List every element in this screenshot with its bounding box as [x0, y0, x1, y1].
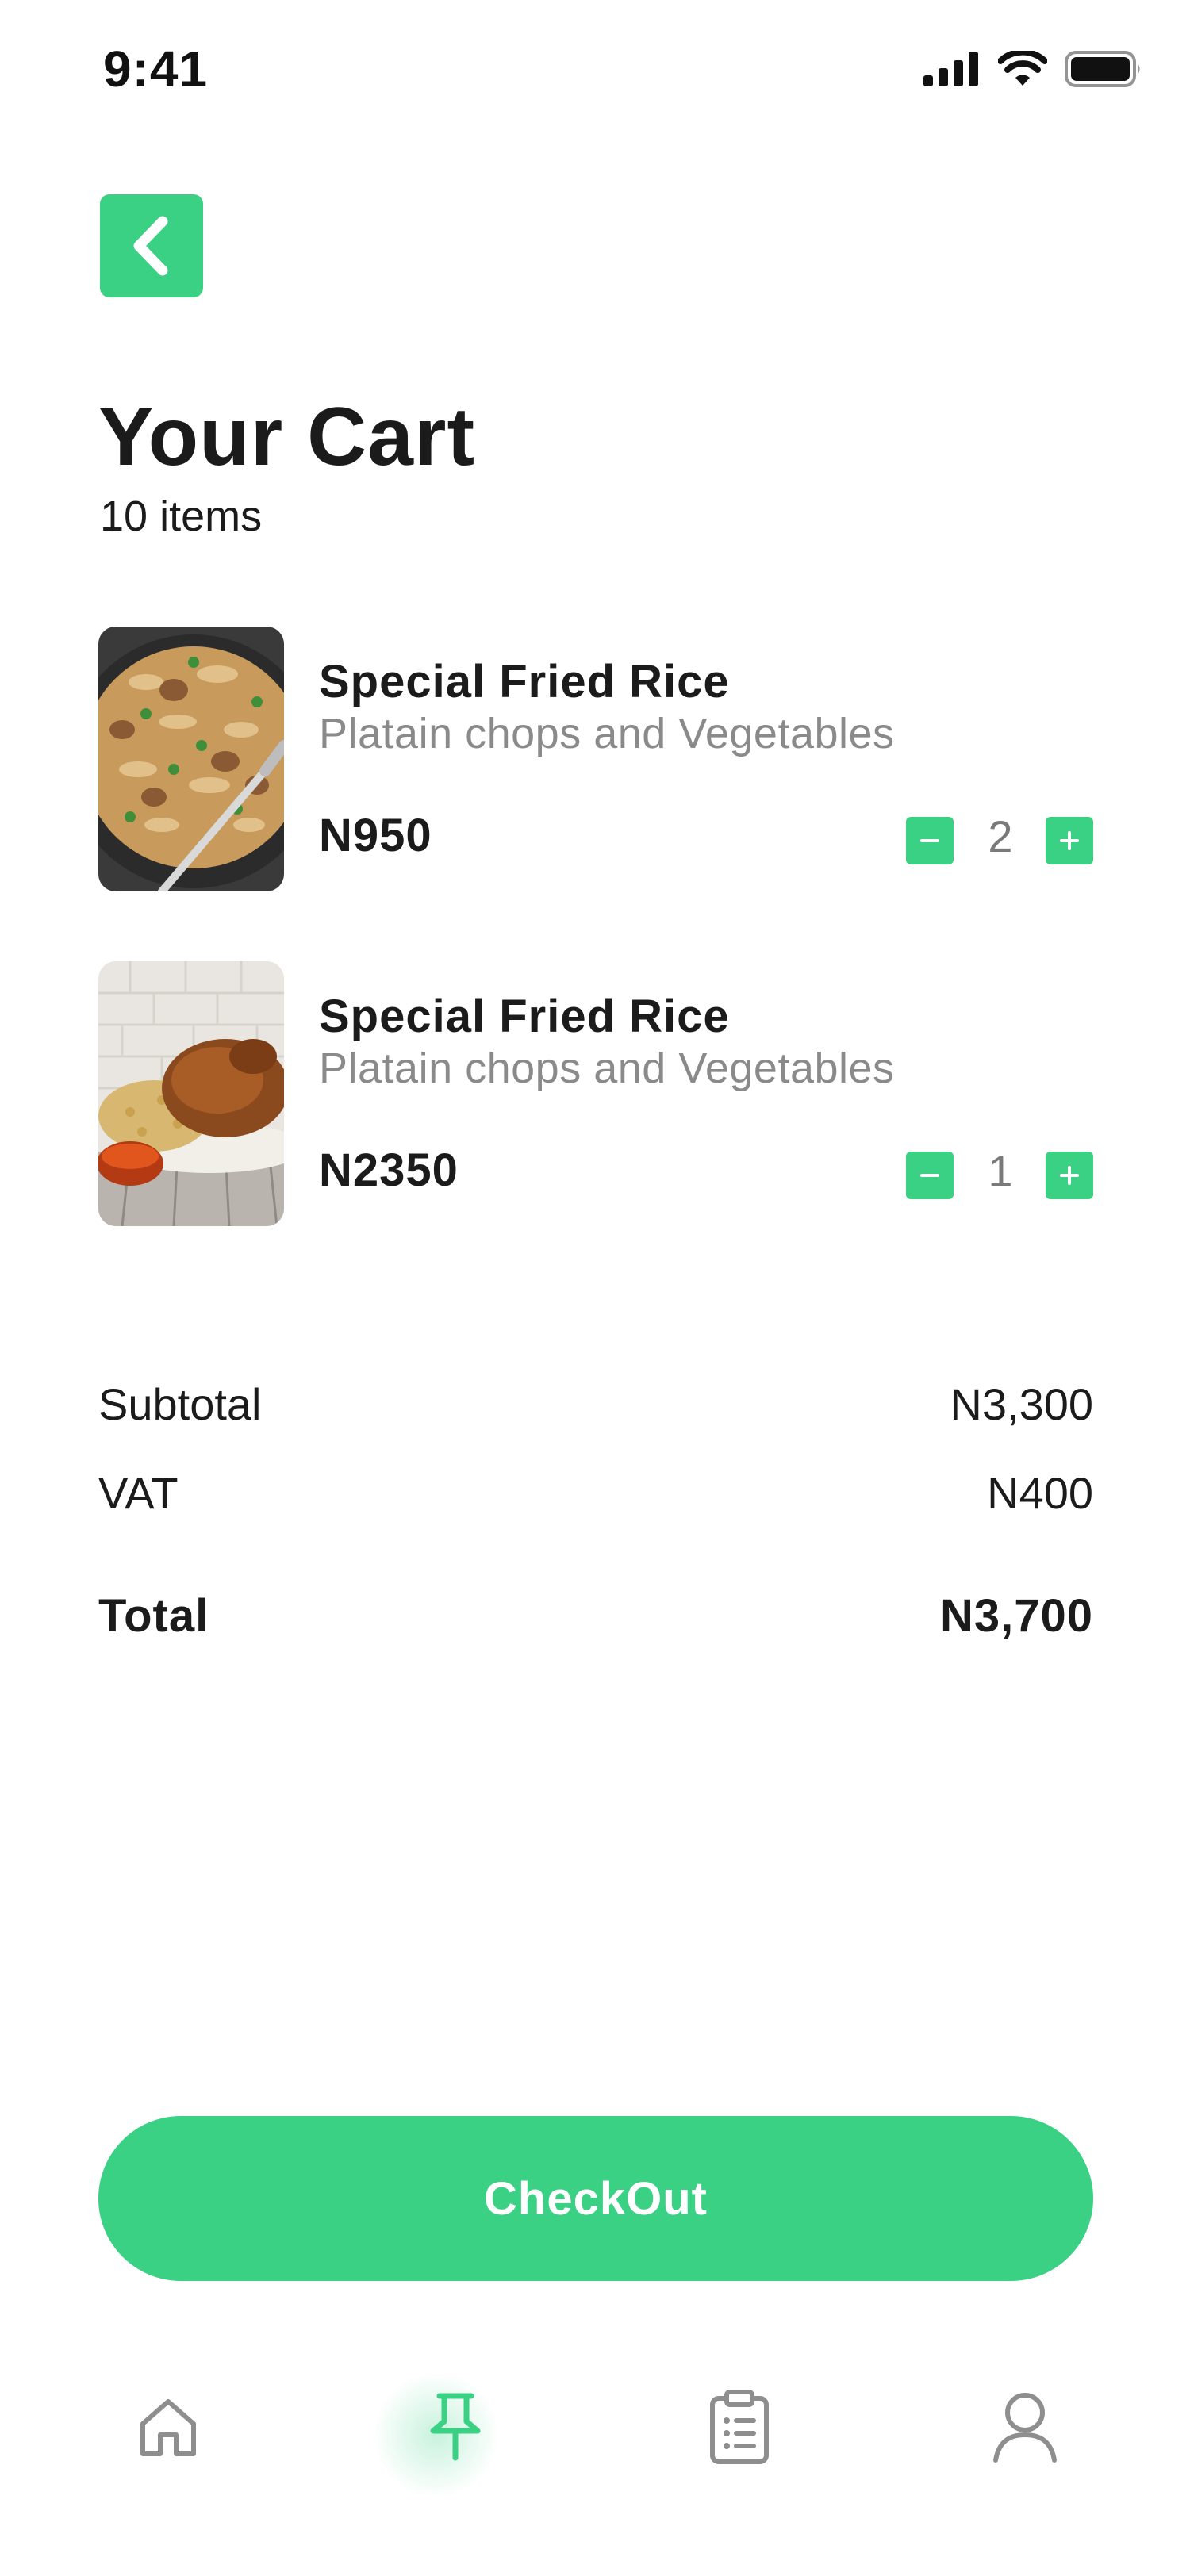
- home-icon: [140, 2399, 196, 2456]
- nav-item-orders[interactable]: [676, 2348, 803, 2506]
- page-title: Your Cart: [98, 391, 476, 483]
- nav-item-pinned[interactable]: [392, 2348, 519, 2506]
- vat-label: VAT: [98, 1468, 178, 1518]
- subtotal-label: Subtotal: [98, 1379, 262, 1429]
- quantity-value: 2: [988, 811, 1013, 861]
- subtotal-value: N3,300: [950, 1379, 1093, 1429]
- user-icon: [993, 2393, 1057, 2463]
- checkout-button[interactable]: CheckOut: [98, 2116, 1093, 2281]
- item-name: Special Fried Rice: [319, 656, 730, 707]
- total-row: Total N3,700: [98, 1589, 1093, 1643]
- clipboard-list-icon: [710, 2390, 769, 2464]
- cart-item: Special Fried Rice Platain chops and Veg…: [98, 627, 1093, 896]
- chevron-left-icon: [133, 216, 168, 276]
- decrease-quantity-button[interactable]: [906, 1152, 954, 1199]
- wifi-icon: [998, 51, 1047, 86]
- back-button[interactable]: [100, 194, 203, 297]
- quantity-value: 1: [988, 1146, 1013, 1196]
- decrease-quantity-button[interactable]: [906, 817, 954, 864]
- vat-row: VAT N400: [98, 1467, 1093, 1519]
- status-bar: 9:41: [0, 0, 1190, 143]
- item-price: N2350: [319, 1144, 459, 1196]
- item-price: N950: [319, 810, 432, 861]
- nav-item-home[interactable]: [105, 2348, 232, 2506]
- fried-rice-photo: [98, 627, 284, 891]
- nav-item-profile[interactable]: [962, 2348, 1088, 2506]
- rice-and-chicken-photo: [98, 961, 284, 1226]
- total-label: Total: [98, 1590, 209, 1642]
- item-count: 10 items: [100, 493, 263, 540]
- plus-icon: [1060, 1166, 1079, 1185]
- increase-quantity-button[interactable]: [1046, 1152, 1093, 1199]
- item-name: Special Fried Rice: [319, 991, 730, 1042]
- minus-icon: [920, 839, 939, 842]
- bottom-nav: [0, 2348, 1190, 2506]
- status-icons: [923, 51, 1142, 87]
- status-time: 9:41: [103, 40, 209, 98]
- battery-icon: [1065, 51, 1140, 87]
- subtotal-row: Subtotal N3,300: [98, 1378, 1093, 1430]
- item-description: Platain chops and Vegetables: [319, 1045, 895, 1092]
- increase-quantity-button[interactable]: [1046, 817, 1093, 864]
- vat-value: N400: [987, 1468, 1093, 1518]
- pin-icon: [430, 2393, 481, 2461]
- total-value: N3,700: [939, 1590, 1093, 1642]
- minus-icon: [920, 1174, 939, 1177]
- cart-item: Special Fried Rice Platain chops and Veg…: [98, 961, 1093, 1231]
- plus-icon: [1060, 831, 1079, 850]
- item-description: Platain chops and Vegetables: [319, 710, 895, 757]
- cellular-signal-icon: [923, 52, 978, 86]
